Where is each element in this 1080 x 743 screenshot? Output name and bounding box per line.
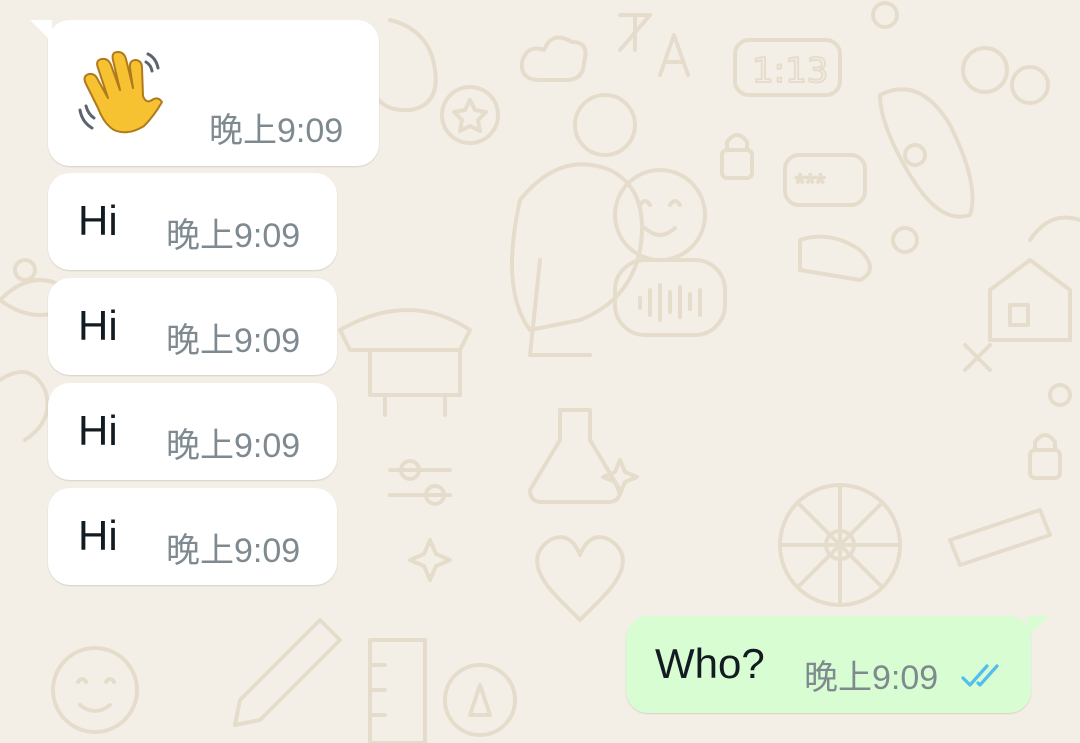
incoming-message-bubble[interactable]: Hi 晚上9:09 (48, 278, 337, 375)
svg-text:***: *** (795, 168, 825, 198)
message-timestamp: 晚上9:09 (166, 532, 301, 570)
message-text: Hi (78, 512, 118, 559)
waving-hand-icon (76, 46, 166, 136)
incoming-message-bubble[interactable]: Hi 晚上9:09 (48, 488, 337, 585)
double-check-read-icon (961, 664, 999, 687)
message-timestamp: 晚上9:09 (804, 659, 939, 697)
bubble-tail-icon (30, 20, 52, 42)
incoming-message-bubble[interactable]: Hi 晚上9:09 (48, 173, 337, 270)
message-text: Hi (78, 197, 118, 244)
message-timestamp: 晚上9:09 (166, 322, 301, 360)
message-timestamp: 晚上9:09 (209, 112, 344, 150)
bubble-tail-icon (1027, 616, 1049, 638)
message-text: Hi (78, 407, 118, 454)
incoming-message-bubble[interactable]: 晚上9:09 (30, 20, 379, 166)
svg-text:1:13: 1:13 (752, 51, 828, 91)
message-text: Who? (655, 640, 765, 687)
message-timestamp: 晚上9:09 (166, 217, 301, 255)
message-text: Hi (78, 302, 118, 349)
incoming-message-bubble[interactable]: Hi 晚上9:09 (48, 383, 337, 480)
message-timestamp: 晚上9:09 (166, 427, 301, 465)
outgoing-message-bubble[interactable]: Who? 晚上9:09 (626, 616, 1049, 713)
